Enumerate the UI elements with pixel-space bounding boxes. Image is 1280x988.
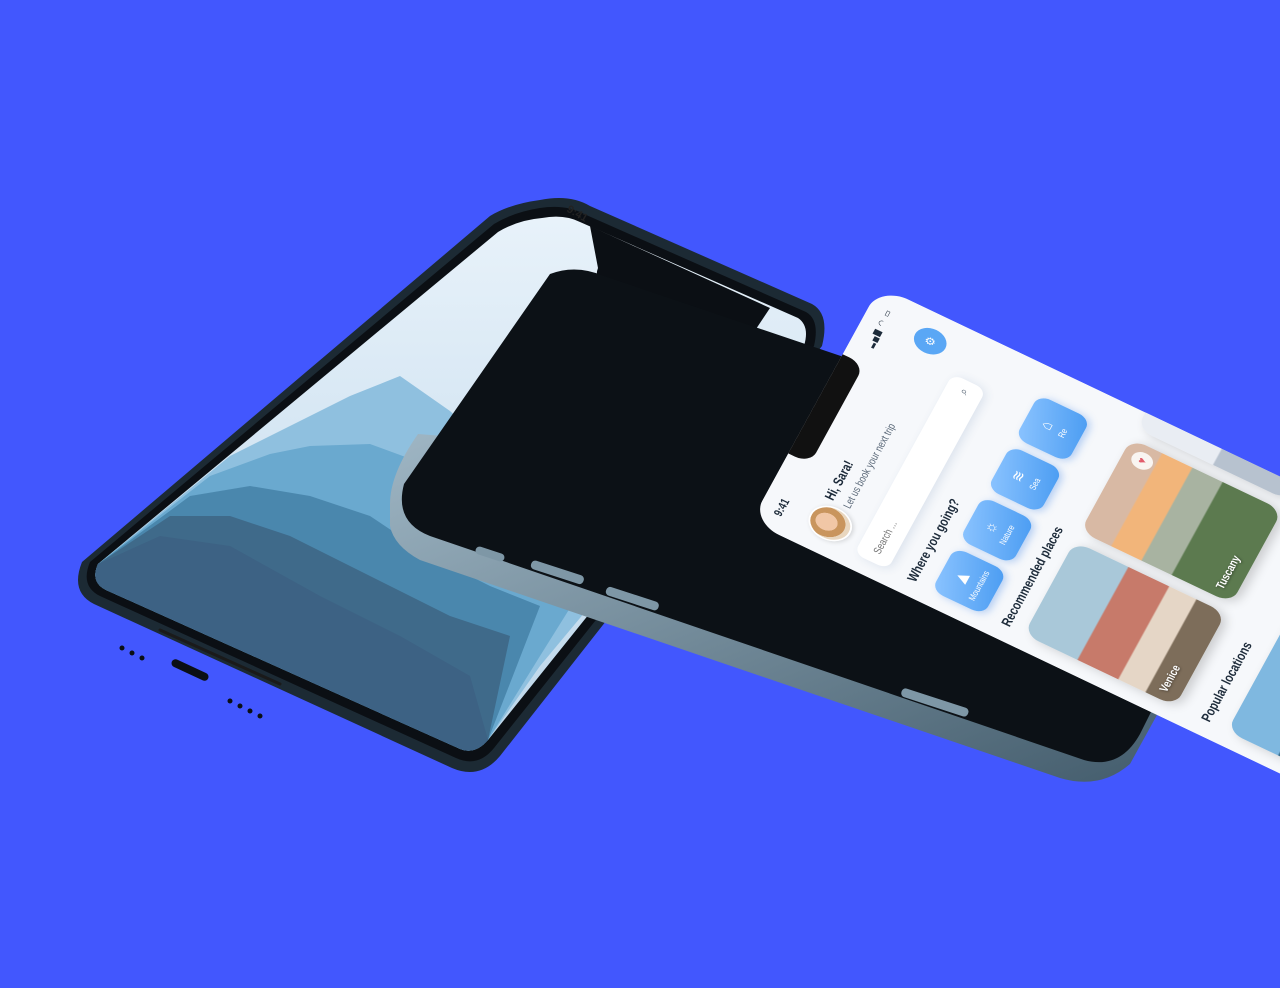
- category-label: Sea: [1027, 476, 1044, 493]
- mountain-icon: ⛰: [951, 569, 974, 587]
- card-label: Venice: [1156, 662, 1183, 695]
- heart-icon[interactable]: ♥: [1128, 448, 1157, 474]
- filter-button[interactable]: ⚙: [909, 322, 952, 360]
- card-label: Tuscany: [1212, 553, 1243, 592]
- waves-icon: ≋: [1007, 467, 1030, 485]
- house-icon: ⌂: [1035, 417, 1057, 433]
- category-label: Mountains: [967, 569, 993, 603]
- status-icons: ▂▄▆ ◠ ▭: [864, 307, 895, 350]
- category-label: Re: [1056, 427, 1071, 440]
- search-icon[interactable]: ⌕: [955, 386, 972, 398]
- status-time: 9:41: [770, 496, 793, 519]
- front-phone: 9:41 ▂▄▆ ◠ ▭ Hi, Sara! Let us book your …: [380, 264, 1280, 810]
- sun-icon: ☼: [979, 517, 1002, 537]
- sliders-icon: ⚙: [920, 333, 939, 349]
